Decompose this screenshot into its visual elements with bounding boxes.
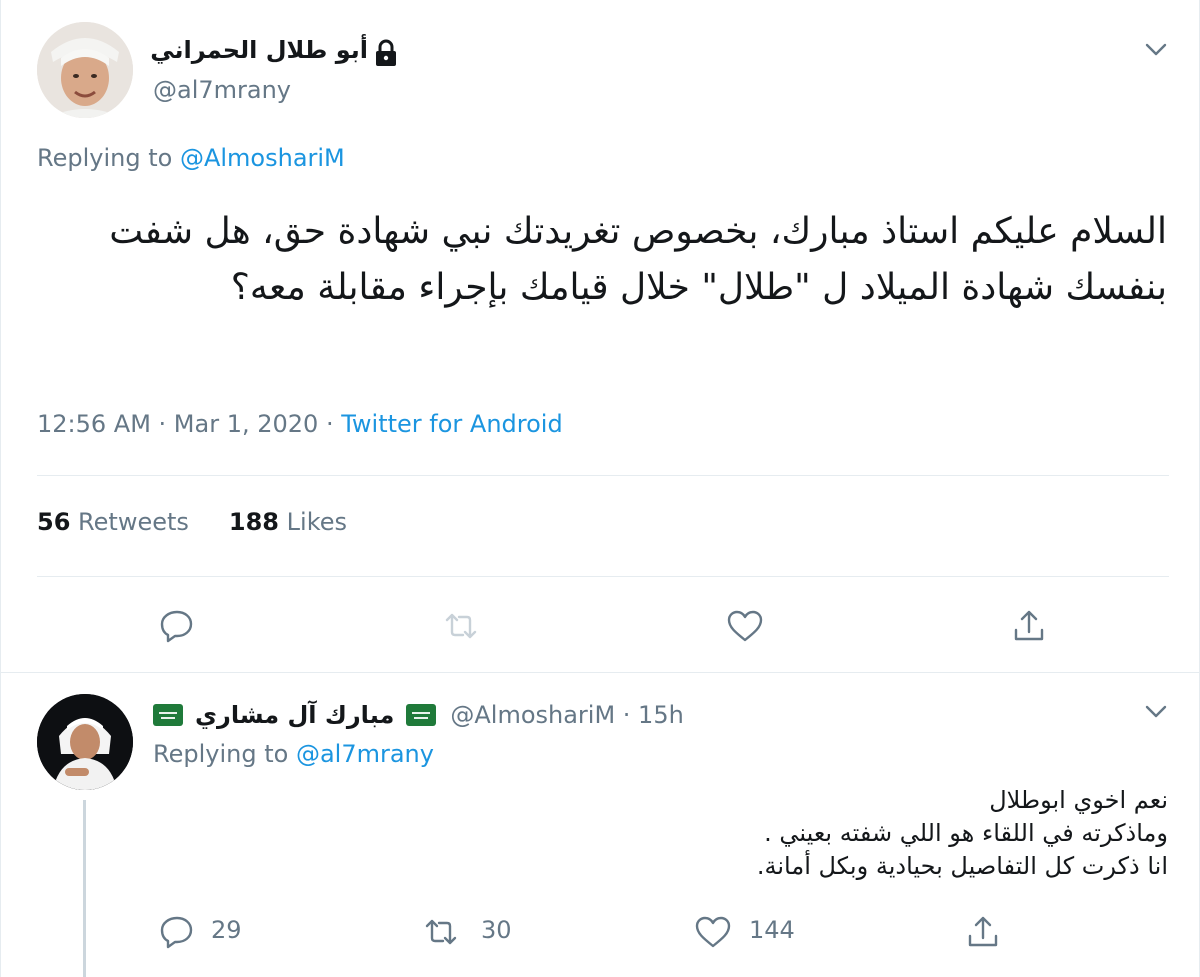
likes-label: Likes [286, 508, 348, 536]
tweet-timestamp[interactable]: 12:56 AM · Mar 1, 2020 · [37, 410, 341, 438]
retweet-icon[interactable] [421, 912, 461, 952]
like-icon[interactable] [725, 606, 765, 646]
replying-mention-link[interactable]: @AlmoshariM [180, 144, 345, 172]
reply-count: 29 [211, 916, 242, 944]
author-handle[interactable]: @al7mrany [153, 76, 291, 104]
author-display-name[interactable]: أبو طلال الحمراني [150, 36, 368, 64]
lock-icon [376, 39, 396, 66]
like-icon[interactable] [693, 912, 733, 952]
saudi-flag-icon [153, 704, 183, 726]
engagement-stats: 56 Retweets 188 Likes [37, 508, 347, 536]
replying-to: Replying to @AlmoshariM [37, 144, 345, 172]
reply-author-handle[interactable]: @AlmoshariM · 15h [450, 701, 683, 729]
reply-text-line: وماذكرته في اللقاء هو اللي شفته بعيني . [764, 819, 1168, 847]
author-avatar[interactable] [37, 22, 133, 118]
replying-prefix: Replying to [37, 144, 173, 172]
retweets-count: 56 [37, 508, 71, 536]
reply-icon[interactable] [157, 912, 197, 952]
reply-text-line: نعم اخوي ابوطلال [989, 786, 1168, 814]
likes-stat[interactable]: 188 Likes [229, 508, 347, 536]
divider [37, 475, 1169, 476]
tweet-meta: 12:56 AM · Mar 1, 2020 · Twitter for And… [37, 410, 563, 438]
reply-header: مبارك آل مشاري @AlmoshariM · 15h [153, 698, 684, 732]
retweet-count: 30 [481, 916, 512, 944]
tweet-source-link[interactable]: Twitter for Android [341, 410, 562, 438]
tweet-separator [1, 672, 1200, 673]
divider [37, 576, 1169, 577]
replying-mention-link[interactable]: @al7mrany [296, 740, 434, 768]
reply-author-display-name[interactable]: مبارك آل مشاري [195, 701, 394, 729]
retweets-stat[interactable]: 56 Retweets [37, 508, 189, 536]
reply-tweet-text: نعم اخوي ابوطلال وماذكرته في اللقاء هو ا… [153, 784, 1168, 883]
chevron-down-icon[interactable] [1141, 34, 1171, 64]
replying-prefix: Replying to [153, 740, 289, 768]
like-count: 144 [749, 916, 795, 944]
saudi-flag-icon [406, 704, 437, 726]
likes-count: 188 [228, 508, 280, 536]
retweet-icon[interactable] [441, 606, 481, 646]
share-icon[interactable] [963, 912, 1003, 952]
thread-connector-line [83, 800, 86, 977]
tweet-thread: أبو طلال الحمراني @al7mrany Replying to … [0, 0, 1200, 977]
tweet-text: السلام عليكم استاذ مبارك، بخصوص تغريدتك … [109, 211, 1167, 308]
reply-icon[interactable] [157, 606, 197, 646]
reply-text-line: انا ذكرت كل التفاصيل بحيادية وبكل أمانة. [756, 852, 1168, 880]
chevron-down-icon[interactable] [1141, 696, 1171, 726]
reply-author-avatar[interactable] [37, 694, 133, 790]
replying-to: Replying to @al7mrany [153, 740, 434, 768]
retweets-label: Retweets [78, 508, 189, 536]
share-icon[interactable] [1009, 606, 1049, 646]
